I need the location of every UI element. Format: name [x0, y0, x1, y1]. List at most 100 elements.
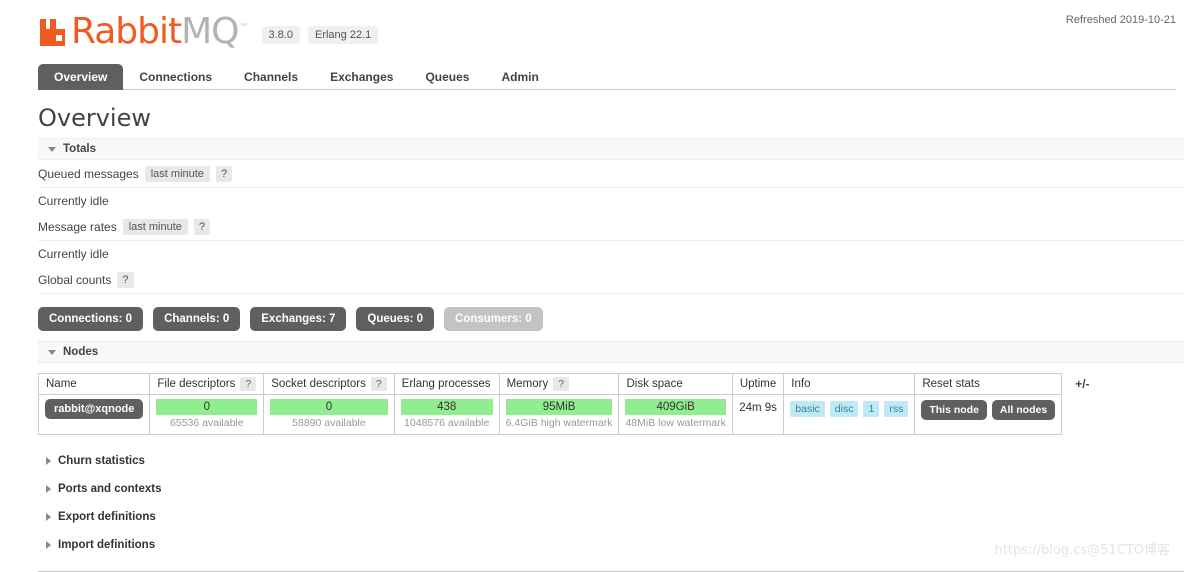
- erlang-processes-available: 1048576 available: [404, 417, 490, 429]
- col-label-memory: Memory: [506, 378, 549, 390]
- queued-messages-row: Queued messages last minute ?: [38, 160, 1184, 188]
- queued-messages-label: Queued messages: [38, 167, 139, 181]
- col-header-memory[interactable]: Memory?: [498, 373, 620, 395]
- section-label-import-definitions: Import definitions: [58, 539, 156, 551]
- section-label-churn-statistics: Churn statistics: [58, 455, 145, 467]
- rabbitmq-management-page: RabbitMQ™ 3.8.0 Erlang 22.1 Refreshed 20…: [0, 0, 1184, 572]
- col-header-socket-descriptors[interactable]: Socket descriptors?: [263, 373, 395, 395]
- section-label-export-definitions: Export definitions: [58, 511, 156, 523]
- info-badge-disc[interactable]: disc: [829, 401, 859, 417]
- count-badge-connections[interactable]: Connections: 0: [38, 307, 144, 331]
- brand-word-mq: MQ: [181, 11, 239, 52]
- global-counts-row: Global counts ?: [38, 266, 1184, 294]
- disk-space-bar: 409GiB: [625, 399, 726, 415]
- chevron-down-icon: [48, 349, 56, 355]
- col-label-socket-descriptors: Socket descriptors: [271, 378, 366, 390]
- socket-descriptors-bar: 0: [270, 399, 388, 415]
- section-label-nodes: Nodes: [63, 346, 99, 358]
- info-badge-rss[interactable]: rss: [884, 401, 909, 417]
- nodes-table-head: Name File descriptors? Socket descriptor…: [37, 373, 1063, 395]
- section-header-export-definitions[interactable]: Export definitions: [38, 503, 1184, 531]
- col-label-uptime: Uptime: [739, 378, 777, 390]
- brand-logo[interactable]: RabbitMQ™ 3.8.0 Erlang 22.1: [38, 14, 1184, 50]
- queued-messages-period-selector[interactable]: last minute: [144, 166, 210, 182]
- nodes-table: Name File descriptors? Socket descriptor…: [37, 373, 1063, 435]
- nodes-table-container: Name File descriptors? Socket descriptor…: [37, 363, 1184, 435]
- tab-queues[interactable]: Queues: [409, 64, 485, 90]
- cell-uptime: 24m 9s: [731, 394, 785, 435]
- tab-overview[interactable]: Overview: [38, 64, 124, 90]
- section-header-totals[interactable]: Totals: [38, 138, 1184, 160]
- tab-exchanges[interactable]: Exchanges: [314, 64, 409, 90]
- section-header-churn-statistics[interactable]: Churn statistics: [38, 447, 1184, 475]
- section-header-nodes[interactable]: Nodes: [38, 341, 1184, 363]
- chevron-right-icon: [46, 457, 51, 465]
- chevron-right-icon: [46, 541, 51, 549]
- file-descriptors-help-icon[interactable]: ?: [240, 377, 257, 391]
- col-label-name: Name: [46, 378, 77, 390]
- count-badge-channels[interactable]: Channels: 0: [153, 307, 241, 331]
- cell-node-name: rabbit@xqnode: [37, 394, 151, 435]
- col-label-erlang-processes: Erlang processes: [401, 378, 491, 390]
- nav-tab-list: Overview Connections Channels Exchanges …: [38, 64, 1176, 90]
- page-title: Overview: [38, 104, 151, 132]
- queued-messages-status: Currently idle: [38, 194, 109, 208]
- memory-watermark: 6.4GiB high watermark: [505, 417, 613, 429]
- queued-messages-help-icon[interactable]: ?: [215, 166, 233, 182]
- col-header-uptime[interactable]: Uptime: [731, 373, 785, 395]
- message-rates-label: Message rates: [38, 220, 117, 234]
- info-badge-list: basic disc 1 rss: [790, 399, 909, 417]
- cell-socket-descriptors: 0 58890 available: [263, 394, 395, 435]
- socket-descriptors-available: 58890 available: [292, 417, 366, 429]
- count-badge-queues[interactable]: Queues: 0: [356, 307, 435, 331]
- cell-file-descriptors: 0 65536 available: [149, 394, 265, 435]
- brand-wordmark: RabbitMQ™: [71, 11, 249, 52]
- chevron-right-icon: [46, 485, 51, 493]
- rabbitmq-logo-icon: [38, 18, 68, 47]
- section-label-ports-and-contexts: Ports and contexts: [58, 483, 162, 495]
- memory-help-icon[interactable]: ?: [553, 377, 570, 391]
- info-badge-count[interactable]: 1: [863, 401, 880, 417]
- section-header-ports-and-contexts[interactable]: Ports and contexts: [38, 475, 1184, 503]
- col-header-reset-stats[interactable]: Reset stats: [914, 373, 1063, 395]
- rabbitmq-version-badge: 3.8.0: [261, 26, 300, 44]
- message-rates-help-icon[interactable]: ?: [193, 219, 211, 235]
- message-rates-row: Message rates last minute ?: [38, 213, 1184, 241]
- global-counts-badges: Connections: 0 Channels: 0 Exchanges: 7 …: [38, 294, 1184, 341]
- node-name-link[interactable]: rabbit@xqnode: [45, 399, 144, 419]
- chevron-right-icon: [46, 513, 51, 521]
- col-header-info[interactable]: Info: [783, 373, 916, 395]
- toggle-columns-button[interactable]: +/-: [1071, 375, 1093, 393]
- reset-this-node-button[interactable]: This node: [921, 400, 987, 420]
- reset-all-nodes-button[interactable]: All nodes: [991, 400, 1056, 420]
- tab-admin[interactable]: Admin: [485, 64, 554, 90]
- file-descriptors-available: 65536 available: [170, 417, 244, 429]
- last-refreshed-text: Refreshed 2019-10-21: [1065, 14, 1176, 26]
- reset-stats-buttons: This node All nodes: [921, 399, 1056, 420]
- count-badge-exchanges[interactable]: Exchanges: 7: [250, 307, 347, 331]
- col-header-file-descriptors[interactable]: File descriptors?: [149, 373, 265, 395]
- nodes-table-body: rabbit@xqnode 0 65536 available 0 58890 …: [37, 394, 1063, 435]
- col-header-erlang-processes[interactable]: Erlang processes: [393, 373, 500, 395]
- main-content: Overview Totals Queued messages last min…: [0, 104, 1184, 572]
- info-badge-basic[interactable]: basic: [790, 401, 825, 417]
- tab-channels[interactable]: Channels: [228, 64, 314, 90]
- tab-connections[interactable]: Connections: [123, 64, 228, 90]
- count-badge-consumers[interactable]: Consumers: 0: [444, 307, 543, 331]
- chevron-down-icon: [48, 146, 56, 152]
- brand-word-rabbit: Rabbit: [71, 11, 182, 52]
- col-header-disk-space[interactable]: Disk space: [618, 373, 733, 395]
- watermark-text: https://blog.cs@51CTO博客: [994, 543, 1170, 558]
- col-label-info: Info: [791, 378, 811, 390]
- file-descriptors-bar: 0: [156, 399, 258, 415]
- erlang-version-badge: Erlang 22.1: [307, 26, 379, 44]
- memory-bar: 95MiB: [505, 399, 613, 415]
- version-badges: 3.8.0 Erlang 22.1: [261, 26, 387, 44]
- cell-erlang-processes: 438 1048576 available: [393, 394, 500, 435]
- section-label-totals: Totals: [63, 143, 97, 155]
- socket-descriptors-help-icon[interactable]: ?: [370, 377, 387, 391]
- col-label-reset-stats: Reset stats: [922, 378, 980, 390]
- message-rates-period-selector[interactable]: last minute: [122, 219, 188, 235]
- global-counts-help-icon[interactable]: ?: [117, 272, 134, 288]
- col-header-name[interactable]: Name: [37, 373, 151, 395]
